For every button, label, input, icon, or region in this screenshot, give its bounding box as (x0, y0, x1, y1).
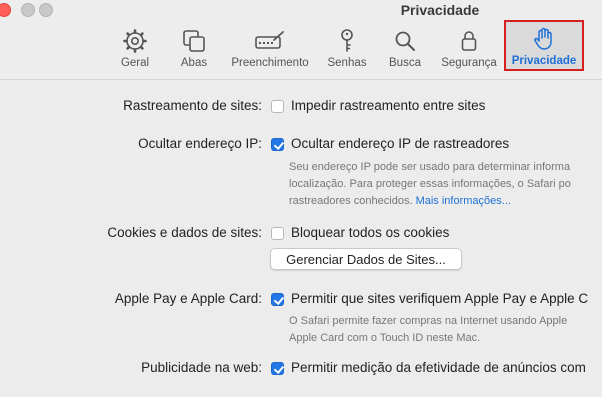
tab-abas-label: Abas (180, 57, 208, 69)
apple-pay-checkbox[interactable] (271, 293, 284, 306)
prevent-tracking-option[interactable]: Impedir rastreamento entre sites (291, 98, 485, 113)
apple-pay-option[interactable]: Permitir que sites verifiquem Apple Pay … (291, 291, 588, 306)
hide-ip-description-line: localização. Para proteger essas informa… (289, 178, 571, 190)
search-icon (395, 31, 415, 51)
lock-icon (461, 31, 477, 51)
tab-seguranca-label: Segurança (441, 57, 497, 69)
hand-icon (534, 27, 552, 50)
tab-privacidade-label: Privacidade (511, 55, 577, 67)
key-icon (341, 29, 353, 52)
hide-ip-description-text: rastreadores conhecidos. (289, 195, 413, 207)
ad-measurement-option[interactable]: Permitir medição da efetividade de anúnc… (291, 360, 586, 375)
tab-busca[interactable]: Busca (385, 24, 425, 74)
autofill-icon (255, 31, 284, 49)
toolbar: Privacidade Geral Abas Preenchimento Sen… (0, 0, 602, 80)
ad-measurement-checkbox[interactable] (271, 362, 284, 375)
tab-preenchimento[interactable]: Preenchimento (227, 24, 313, 74)
hide-ip-option[interactable]: Ocultar endereço IP de rastreadores (291, 136, 509, 151)
more-info-link[interactable]: Mais informações... (416, 195, 511, 207)
block-cookies-checkbox[interactable] (271, 227, 284, 240)
close-window-button[interactable] (0, 3, 11, 17)
hide-ip-checkbox[interactable] (271, 138, 284, 151)
minimize-window-button[interactable] (21, 3, 35, 17)
window-title: Privacidade (400, 2, 480, 18)
tabs-icon (183, 30, 205, 52)
apple-pay-description-line: Apple Card com o Touch ID neste Mac. (289, 332, 481, 344)
hide-ip-description-last: rastreadores conhecidos. Mais informaçõe… (289, 193, 511, 210)
tab-senhas-label: Senhas (327, 57, 367, 69)
cookies-label: Cookies e dados de sites: (107, 225, 262, 240)
tab-abas[interactable]: Abas (174, 24, 214, 74)
zoom-window-button[interactable] (39, 3, 53, 17)
apple-pay-description-line: O Safari permite fazer compras na Intern… (289, 315, 568, 327)
tab-privacidade[interactable]: Privacidade (504, 20, 584, 71)
tab-geral[interactable]: Geral (114, 24, 156, 74)
hide-ip-description-line: Seu endereço IP pode ser usado para dete… (289, 161, 571, 173)
apple-pay-label: Apple Pay e Apple Card: (114, 291, 262, 306)
privacy-settings-panel: Rastreamento de sites: Impedir rastreame… (0, 80, 602, 397)
tab-geral-label: Geral (120, 57, 150, 69)
hide-ip-label: Ocultar endereço IP: (138, 136, 262, 151)
gear-icon (123, 29, 147, 53)
manage-website-data-button[interactable]: Gerenciar Dados de Sites... (270, 248, 462, 270)
tab-senhas[interactable]: Senhas (325, 24, 369, 74)
web-advertising-label: Publicidade na web: (141, 360, 262, 375)
tracking-label: Rastreamento de sites: (123, 98, 262, 113)
block-cookies-option[interactable]: Bloquear todos os cookies (291, 225, 449, 240)
tab-seguranca[interactable]: Segurança (438, 24, 500, 74)
tab-preenchimento-label: Preenchimento (231, 57, 309, 69)
tab-busca-label: Busca (389, 57, 421, 69)
prevent-tracking-checkbox[interactable] (271, 100, 284, 113)
